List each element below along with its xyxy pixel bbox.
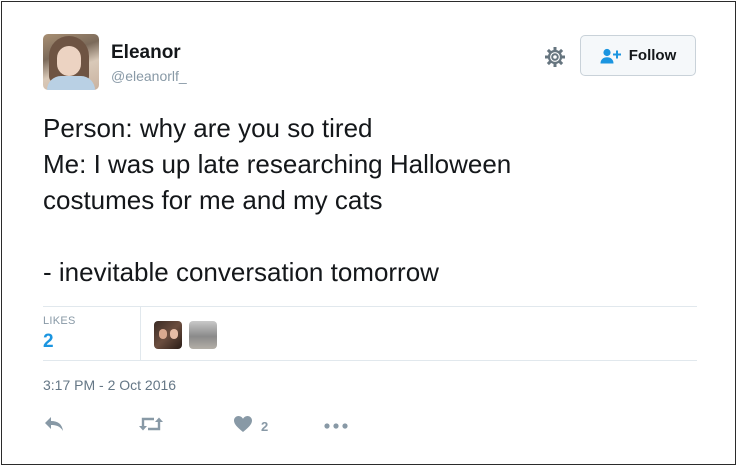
author-handle[interactable]: @eleanorlf_ (111, 68, 187, 84)
gear-icon[interactable] (543, 45, 567, 69)
person-plus-icon (600, 48, 622, 64)
retweet-button[interactable] (138, 415, 164, 437)
liker-avatar[interactable] (189, 321, 217, 349)
like-count: 2 (261, 418, 269, 434)
like-button[interactable]: 2 (233, 415, 268, 437)
divider (43, 360, 697, 361)
more-dots-icon (323, 417, 349, 435)
follow-label: Follow (628, 47, 677, 64)
more-button[interactable] (323, 415, 349, 437)
retweet-icon (138, 415, 164, 438)
avatar[interactable] (43, 34, 99, 90)
likes-stat[interactable]: LIKES 2 (43, 315, 76, 353)
likes-count: 2 (43, 331, 54, 352)
reply-button[interactable] (43, 415, 65, 437)
tweet-timestamp[interactable]: 3:17 PM - 2 Oct 2016 (43, 377, 176, 393)
likes-label: LIKES (43, 315, 76, 327)
tweet-text: Person: why are you so tired Me: I was u… (43, 113, 512, 287)
heart-icon (233, 415, 253, 438)
divider (43, 306, 697, 307)
reply-icon (43, 415, 65, 438)
author-name[interactable]: Eleanor (111, 42, 181, 64)
tweet-card: Eleanor @eleanorlf_ Follow Person: why a… (1, 1, 736, 465)
stats-separator (140, 307, 141, 360)
follow-button[interactable]: Follow (580, 35, 696, 76)
liker-avatar[interactable] (154, 321, 182, 349)
